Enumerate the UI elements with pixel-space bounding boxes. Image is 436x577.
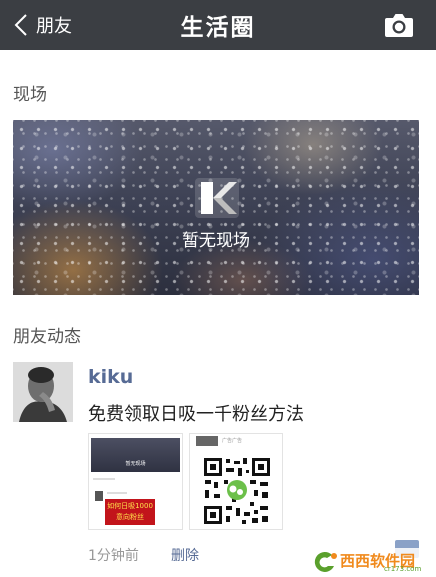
watermark-url: cr173.com — [384, 565, 422, 573]
post-text: 免费领取日吸一千粉丝方法 — [88, 404, 304, 425]
thumb-live-banner: 暂无现场 — [91, 438, 180, 472]
thumb-promo-badge: 如何日吸1000 意向粉丝 — [105, 499, 155, 525]
watermark-logo-icon — [314, 551, 337, 572]
thumb-divider — [107, 492, 127, 494]
live-empty-text: 暂无现场 — [182, 231, 250, 251]
post-image-1[interactable]: 暂无现场 如何日吸1000 意向粉丝 — [88, 433, 183, 530]
qr-code-icon — [202, 456, 272, 526]
post-image-2[interactable]: 广告广告 — [189, 433, 283, 530]
post-timestamp: 1分钟前 — [88, 548, 139, 564]
live-logo-icon — [195, 178, 239, 218]
thumb-divider — [93, 478, 115, 480]
post-author-name[interactable]: kiku — [88, 366, 133, 388]
qr-header-avatar — [196, 436, 218, 446]
qr-header-text: 广告广告 — [222, 438, 243, 444]
avatar-portrait-icon — [13, 362, 73, 422]
avatar[interactable] — [13, 362, 73, 422]
friends-section-title: 朋友动态 — [13, 327, 81, 347]
thumb-avatar — [95, 491, 103, 501]
watermark: 西西软件园 cr173.com — [308, 548, 434, 575]
chevron-left-icon — [14, 14, 27, 36]
top-navbar: 朋友 生活圈 — [0, 0, 436, 50]
camera-icon[interactable] — [384, 11, 414, 39]
thumb-live-text: 暂无现场 — [125, 461, 146, 467]
live-banner[interactable]: 暂无现场 — [13, 120, 419, 295]
back-button-label: 朋友 — [36, 16, 72, 37]
back-button[interactable]: 朋友 — [14, 0, 72, 50]
live-section-title: 现场 — [13, 85, 47, 105]
delete-button[interactable]: 删除 — [171, 545, 199, 565]
